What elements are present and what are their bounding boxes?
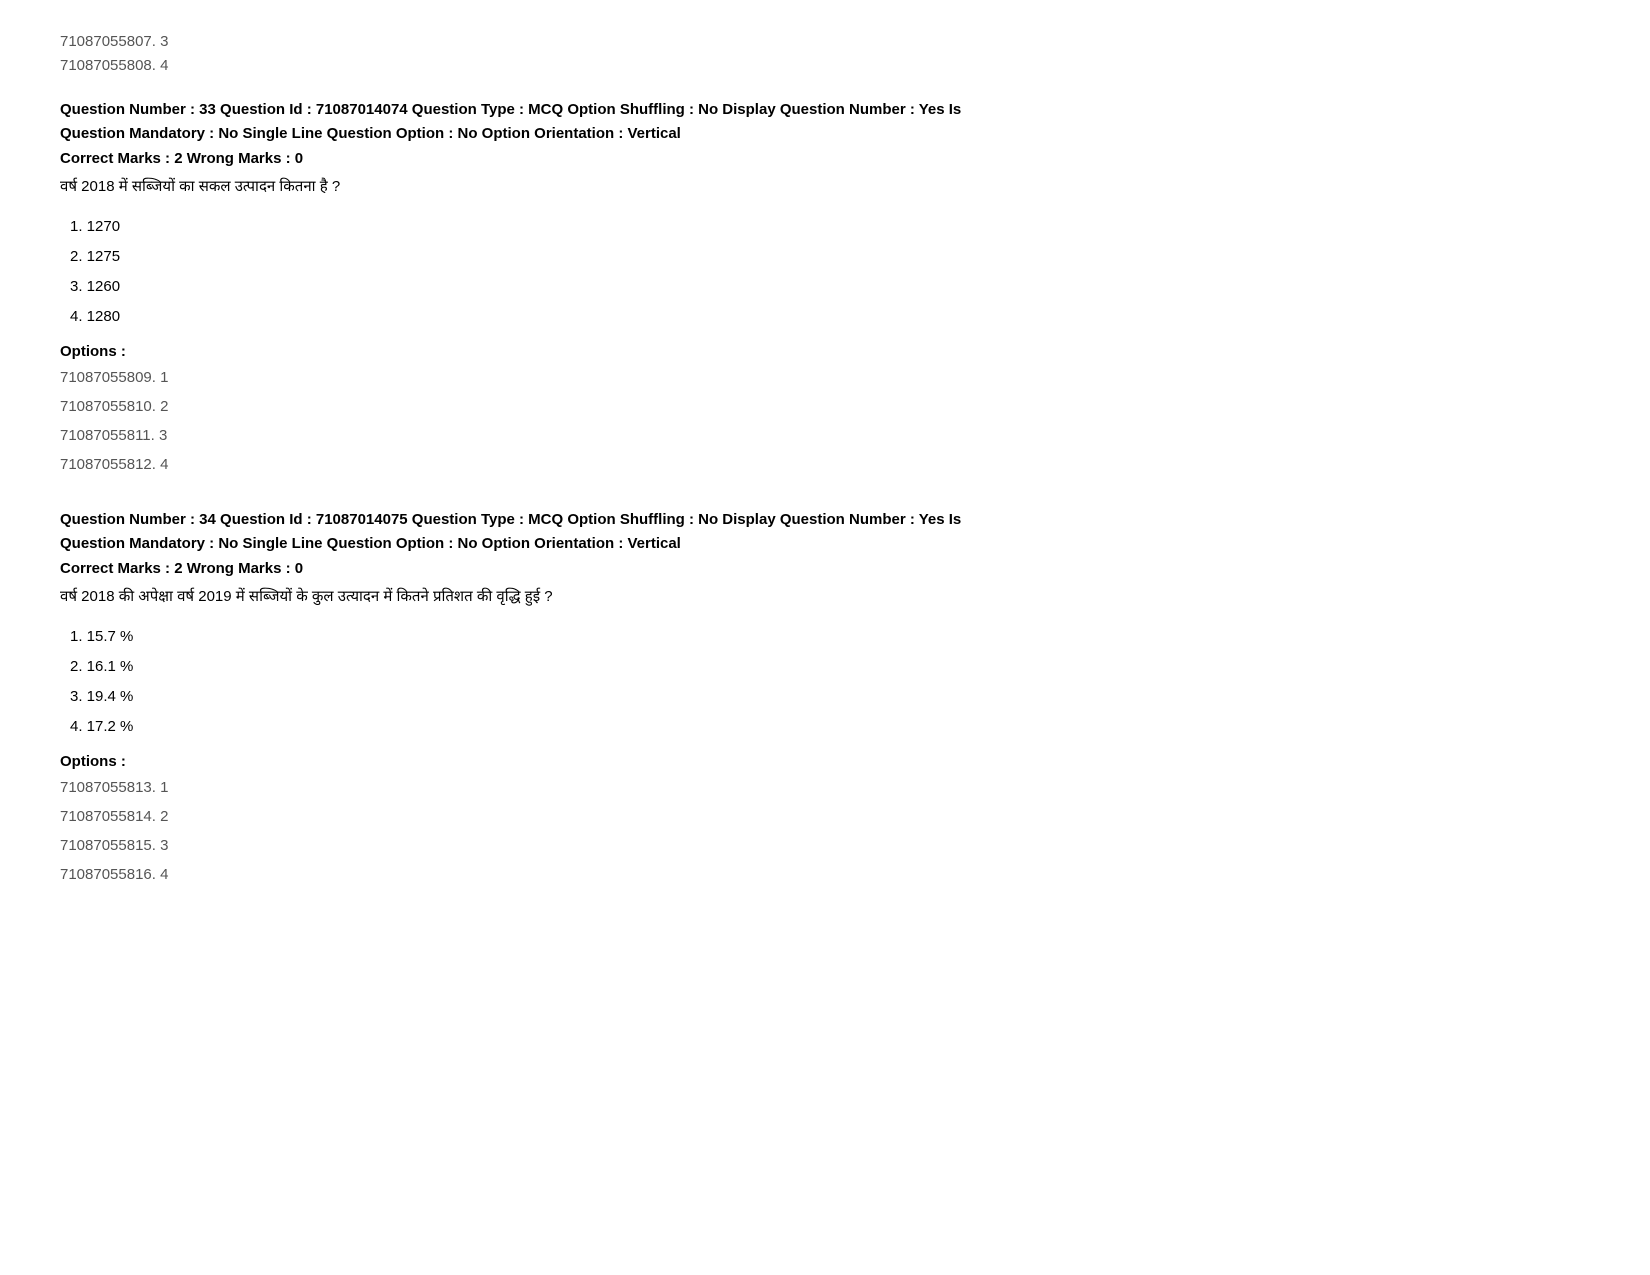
- question-meta-line1-34: Question Number : 34 Question Id : 71087…: [60, 508, 1590, 532]
- answer-option-34-1: 1. 15.7 %: [70, 625, 1590, 649]
- answer-options-34: 1. 15.7 % 2. 16.1 % 3. 19.4 % 4. 17.2 %: [60, 625, 1590, 739]
- option-id-33-1: 71087055809. 1: [60, 364, 1590, 391]
- answer-option-34-2: 2. 16.1 %: [70, 655, 1590, 679]
- option-id-34-3: 71087055815. 3: [60, 832, 1590, 859]
- question-block-33: Question Number : 33 Question Id : 71087…: [60, 98, 1590, 478]
- top-ids-block: 71087055807. 3 71087055808. 4: [60, 30, 1590, 78]
- answer-option-33-4: 4. 1280: [70, 305, 1590, 329]
- answer-option-33-2: 2. 1275: [70, 245, 1590, 269]
- answer-option-33-1: 1. 1270: [70, 215, 1590, 239]
- question-meta-line2-33: Question Mandatory : No Single Line Ques…: [60, 122, 1590, 146]
- option-id-34-2: 71087055814. 2: [60, 803, 1590, 830]
- option-id-34-1: 71087055813. 1: [60, 774, 1590, 801]
- question-meta-line2-34: Question Mandatory : No Single Line Ques…: [60, 532, 1590, 556]
- top-id-2: 71087055808. 4: [60, 54, 1590, 78]
- question-meta-34: Question Number : 34 Question Id : 71087…: [60, 508, 1590, 556]
- answer-option-34-4: 4. 17.2 %: [70, 715, 1590, 739]
- answer-option-34-3: 3. 19.4 %: [70, 685, 1590, 709]
- marks-line-33: Correct Marks : 2 Wrong Marks : 0: [60, 150, 1590, 167]
- top-id-1: 71087055807. 3: [60, 30, 1590, 54]
- option-id-33-2: 71087055810. 2: [60, 393, 1590, 420]
- options-label-33: Options :: [60, 343, 1590, 360]
- option-id-33-4: 71087055812. 4: [60, 451, 1590, 478]
- question-text-34: वर्ष 2018 की अपेक्षा वर्ष 2019 में सब्जि…: [60, 585, 1590, 609]
- question-meta-33: Question Number : 33 Question Id : 71087…: [60, 98, 1590, 146]
- answer-options-33: 1. 1270 2. 1275 3. 1260 4. 1280: [60, 215, 1590, 329]
- answer-option-33-3: 3. 1260: [70, 275, 1590, 299]
- option-id-34-4: 71087055816. 4: [60, 861, 1590, 888]
- question-block-34: Question Number : 34 Question Id : 71087…: [60, 508, 1590, 888]
- options-label-34: Options :: [60, 753, 1590, 770]
- question-text-33: वर्ष 2018 में सब्जियों का सकल उत्पादन कि…: [60, 175, 1590, 199]
- question-meta-line1-33: Question Number : 33 Question Id : 71087…: [60, 98, 1590, 122]
- option-ids-33: 71087055809. 1 71087055810. 2 7108705581…: [60, 364, 1590, 478]
- option-ids-34: 71087055813. 1 71087055814. 2 7108705581…: [60, 774, 1590, 888]
- marks-line-34: Correct Marks : 2 Wrong Marks : 0: [60, 560, 1590, 577]
- option-id-33-3: 71087055811. 3: [60, 422, 1590, 449]
